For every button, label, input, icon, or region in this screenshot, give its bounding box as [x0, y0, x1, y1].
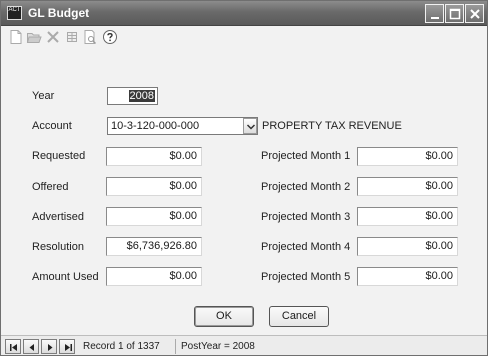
last-record-icon	[65, 344, 72, 351]
close-button[interactable]	[465, 4, 484, 23]
year-label: Year	[32, 90, 55, 102]
resolution-label: Resolution	[32, 241, 84, 253]
first-record-button[interactable]	[5, 339, 21, 354]
requested-label: Requested	[32, 150, 86, 162]
projected-month-2-label: Projected Month 2	[261, 181, 351, 193]
amount-used-field[interactable]: $0.00	[106, 267, 202, 286]
minimize-icon	[431, 17, 439, 19]
previous-record-button[interactable]	[23, 339, 39, 354]
first-record-icon	[10, 344, 17, 351]
window-title: GL Budget	[28, 6, 90, 20]
ok-button[interactable]: OK	[194, 306, 254, 327]
year-field[interactable]: 2008	[107, 87, 158, 105]
projected-month-3-label: Projected Month 3	[261, 211, 351, 223]
postyear-status: PostYear = 2008	[181, 341, 255, 352]
projected-month-2-field[interactable]: $0.00	[357, 177, 458, 196]
maximize-icon	[449, 8, 461, 20]
account-description: PROPERTY TAX REVENUE	[262, 120, 402, 132]
minimize-button[interactable]	[425, 4, 444, 23]
projected-month-1-field[interactable]: $0.00	[357, 147, 458, 166]
amount-used-label: Amount Used	[32, 271, 99, 283]
toolbar	[1, 27, 487, 47]
record-counter: Record 1 of 1337	[83, 341, 160, 352]
cancel-button[interactable]: Cancel	[269, 306, 329, 327]
year-value: 2008	[128, 90, 155, 102]
advertised-field[interactable]: $0.00	[106, 207, 202, 226]
projected-month-5-label: Projected Month 5	[261, 271, 351, 283]
advertised-label: Advertised	[32, 211, 84, 223]
account-dropdown-button[interactable]	[243, 118, 257, 134]
previous-record-icon	[29, 344, 34, 351]
chevron-down-icon	[246, 124, 256, 130]
open-icon[interactable]	[26, 29, 42, 45]
account-label: Account	[32, 120, 72, 132]
projected-month-1-label: Projected Month 1	[261, 150, 351, 162]
gl-budget-window: ACT GL Budget Year 2008 Account 10-3-120…	[0, 0, 488, 356]
next-record-icon	[48, 344, 53, 351]
next-record-button[interactable]	[41, 339, 57, 354]
title-bar[interactable]: ACT GL Budget	[1, 1, 487, 26]
account-combobox[interactable]: 10-3-120-000-000	[107, 117, 258, 135]
maximize-button[interactable]	[445, 4, 464, 23]
last-record-button[interactable]	[59, 339, 75, 354]
delete-icon[interactable]	[45, 29, 61, 45]
new-icon[interactable]	[8, 29, 24, 45]
offered-label: Offered	[32, 181, 69, 193]
resolution-field[interactable]: $6,736,926.80	[106, 237, 202, 256]
preview-icon[interactable]	[82, 29, 98, 45]
help-icon[interactable]	[102, 29, 118, 45]
projected-month-4-label: Projected Month 4	[261, 241, 351, 253]
status-bar: Record 1 of 1337 PostYear = 2008	[1, 335, 487, 355]
grid-icon[interactable]	[64, 29, 80, 45]
app-icon: ACT	[7, 6, 22, 20]
projected-month-4-field[interactable]: $0.00	[357, 237, 458, 256]
projected-month-3-field[interactable]: $0.00	[357, 207, 458, 226]
status-separator	[175, 339, 176, 354]
projected-month-5-field[interactable]: $0.00	[357, 267, 458, 286]
offered-field[interactable]: $0.00	[106, 177, 202, 196]
close-icon	[470, 9, 480, 19]
requested-field[interactable]: $0.00	[106, 147, 202, 166]
